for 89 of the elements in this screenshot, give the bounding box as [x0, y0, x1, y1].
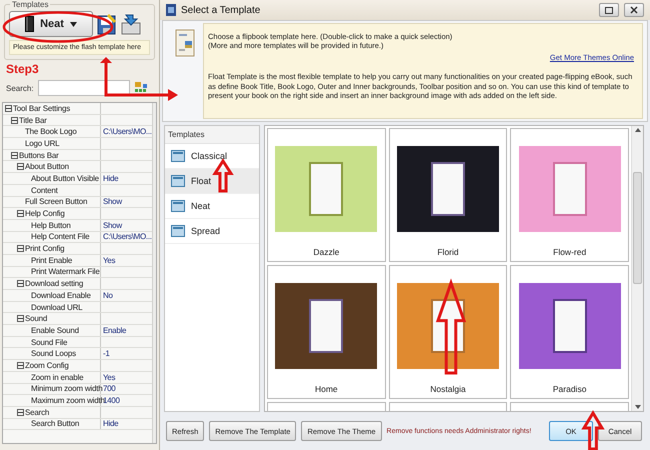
- property-name: Download setting: [25, 279, 84, 288]
- collapse-icon[interactable]: [5, 104, 12, 112]
- scrollbar[interactable]: [631, 126, 643, 411]
- layout-icon: [171, 150, 185, 162]
- group-label: Templates: [10, 0, 50, 9]
- property-value: Yes: [102, 372, 116, 382]
- scrollbar[interactable]: [152, 103, 156, 443]
- property-name: Help Button: [31, 220, 71, 230]
- template-button[interactable]: Neat: [9, 11, 93, 37]
- property-name: Help Content File: [31, 232, 90, 242]
- property-name: Title Bar: [19, 116, 47, 125]
- theme-card[interactable]: Home: [267, 265, 386, 399]
- property-value: No: [102, 290, 113, 300]
- theme-name: Dazzle: [313, 247, 340, 257]
- template-item[interactable]: Float: [165, 169, 259, 194]
- collapse-icon[interactable]: [17, 315, 24, 322]
- theme-card[interactable]: Dazzle: [267, 128, 386, 262]
- property-name: Enable Sound: [31, 326, 79, 335]
- maximize-icon: [605, 6, 613, 14]
- scroll-down-icon[interactable]: [634, 405, 640, 409]
- property-name: Maximum zoom width: [31, 396, 105, 406]
- document-icon: [175, 29, 195, 57]
- property-name: Download URL: [31, 302, 82, 312]
- close-icon: [630, 6, 638, 14]
- collapse-icon[interactable]: [17, 362, 24, 369]
- list-header: Templates: [165, 126, 259, 144]
- property-name: Tool Bar Settings: [13, 104, 70, 113]
- property-name: The Book Logo: [25, 127, 77, 136]
- theme-card[interactable]: Florid: [388, 128, 508, 262]
- theme-card[interactable]: Paradiso: [510, 265, 629, 399]
- property-name: Print Watermark File: [31, 267, 100, 276]
- property-name: Zoom in enable: [31, 372, 84, 382]
- theme-name: Home: [314, 384, 338, 394]
- app-icon: [166, 4, 176, 16]
- close-button[interactable]: [624, 3, 644, 17]
- property-value: Yes: [102, 256, 116, 265]
- property-name: About Button Visible: [31, 174, 99, 183]
- property-value: Hide: [102, 174, 118, 183]
- property-name: Minimum zoom width: [31, 384, 103, 394]
- search-label: Search:: [6, 84, 34, 92]
- up-arrow: [212, 158, 234, 192]
- collapse-icon[interactable]: [17, 280, 24, 288]
- collapse-icon[interactable]: [17, 163, 24, 170]
- theme-name: Flow-red: [553, 247, 586, 257]
- scroll-up-icon[interactable]: [634, 128, 640, 132]
- property-name: Zoom Config: [25, 360, 69, 370]
- collapse-icon[interactable]: [17, 408, 24, 416]
- book-icon: [25, 16, 34, 32]
- property-value: C:\Users\MO...: [102, 127, 152, 136]
- theme-name: Nostalgia: [430, 384, 466, 394]
- property-name: Print Config: [25, 244, 64, 254]
- property-value: Show: [102, 197, 122, 206]
- up-arrow: [581, 410, 605, 450]
- property-value: C:\Users\MO...: [102, 232, 152, 242]
- property-name: Sound Loops: [31, 349, 76, 358]
- layout-icon: [171, 175, 185, 187]
- property-value: Hide: [102, 419, 118, 428]
- property-name: Print Enable: [31, 256, 72, 265]
- property-name: Search: [25, 408, 50, 417]
- step-label: Step3: [6, 62, 39, 76]
- property-name: Sound: [25, 314, 48, 324]
- property-name: Logo URL: [25, 138, 60, 148]
- layout-icon: [171, 200, 185, 212]
- property-name: About Button: [25, 162, 69, 172]
- maximize-button[interactable]: [599, 3, 619, 17]
- dropdown-arrow-icon: [70, 22, 77, 26]
- theme-name: Paradiso: [552, 384, 586, 394]
- collapse-icon[interactable]: [11, 152, 18, 159]
- property-name: Buttons Bar: [19, 150, 59, 160]
- layout-icon: [171, 225, 185, 237]
- theme-card[interactable]: Nostalgia: [388, 265, 508, 399]
- property-name: Content: [31, 186, 58, 195]
- window-title: Select a Template: [181, 4, 262, 16]
- collapse-icon[interactable]: [11, 116, 18, 124]
- property-name: Search Button: [31, 419, 80, 428]
- property-name: Full Screen Button: [25, 197, 88, 206]
- theme-name: Florid: [437, 247, 459, 257]
- property-name: Sound File: [31, 338, 68, 347]
- property-name: Download Enable: [31, 290, 91, 300]
- property-value: -1: [102, 349, 110, 358]
- property-value: Enable: [102, 326, 126, 335]
- theme-card[interactable]: Flow-red: [510, 128, 629, 262]
- grid-icon[interactable]: [134, 81, 148, 95]
- save-arrow-icon[interactable]: [121, 13, 141, 35]
- search-field[interactable]: [38, 80, 130, 96]
- property-value: Show: [102, 220, 122, 230]
- collapse-icon[interactable]: [17, 210, 24, 218]
- collapse-icon[interactable]: [17, 245, 24, 252]
- property-name: Help Config: [25, 209, 65, 218]
